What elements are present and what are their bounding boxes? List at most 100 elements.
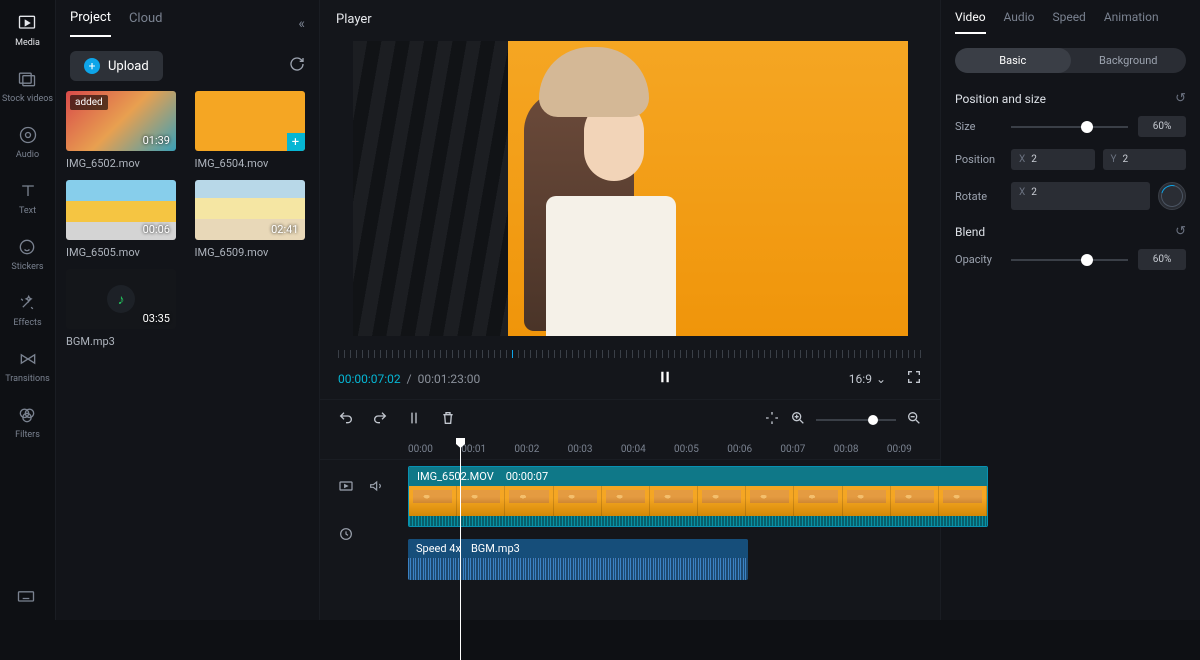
nav-media[interactable]: Media	[15, 8, 40, 52]
time-tick: 00:03	[568, 444, 621, 455]
nav-label: Media	[15, 38, 40, 48]
video-clip[interactable]: IMG_6502.MOV 00:00:07	[408, 466, 988, 527]
slider-thumb[interactable]	[1081, 121, 1093, 133]
clip-name: IMG_6502.MOV	[417, 470, 494, 483]
fullscreen-icon[interactable]	[906, 369, 922, 388]
keyboard-shortcuts-icon[interactable]	[16, 586, 36, 610]
nav-label: Stock videos	[2, 94, 53, 104]
add-media-icon[interactable]: +	[287, 133, 305, 151]
nav-label: Stickers	[11, 262, 43, 272]
position-x-input[interactable]: X2	[1011, 149, 1095, 170]
player-ruler[interactable]	[338, 350, 922, 358]
clip-waveform	[409, 516, 987, 526]
text-icon	[17, 180, 39, 202]
time-tick: 00:07	[780, 444, 833, 455]
tab-audio[interactable]: Audio	[1004, 10, 1035, 34]
media-thumbnail[interactable]: +	[195, 91, 305, 151]
tab-video[interactable]: Video	[955, 10, 986, 34]
audio-header: Speed 4x BGM.mp3	[408, 539, 748, 558]
video-track-icon[interactable]	[338, 478, 354, 498]
undo-icon[interactable]	[338, 410, 354, 430]
media-thumbnail[interactable]: 00:06	[66, 180, 176, 240]
position-y-input[interactable]: Y2	[1103, 149, 1187, 170]
filters-icon	[16, 404, 38, 426]
zoom-thumb[interactable]	[868, 415, 878, 425]
time-tick: 00:02	[514, 444, 567, 455]
media-duration: 01:39	[143, 134, 170, 147]
time-tick: 00:06	[727, 444, 780, 455]
upload-button[interactable]: + Upload	[70, 51, 163, 81]
media-name: BGM.mp3	[66, 335, 181, 348]
nav-stock-videos[interactable]: Stock videos	[2, 64, 53, 108]
media-thumbnail[interactable]: 02:41	[195, 180, 305, 240]
refresh-icon[interactable]	[289, 56, 305, 76]
nav-effects[interactable]: Effects	[13, 288, 41, 332]
media-grid: added 01:39 IMG_6502.mov + IMG_6504.mov …	[56, 91, 319, 348]
sidebar-nav: Media Stock videos Audio Text Stickers E…	[0, 0, 56, 620]
media-thumbnail[interactable]: ♪ 03:35	[66, 269, 176, 329]
nav-text[interactable]: Text	[17, 176, 39, 220]
player-canvas[interactable]	[353, 41, 908, 336]
nav-filters[interactable]: Filters	[15, 400, 40, 444]
audio-waveform	[408, 558, 748, 580]
opacity-value[interactable]: 60%	[1138, 249, 1186, 270]
rotate-x-input[interactable]: X2	[1011, 182, 1150, 210]
canvas-main	[508, 41, 908, 336]
media-name: IMG_6504.mov	[195, 157, 310, 170]
section-blend: Blend ↺	[955, 224, 1186, 239]
delete-icon[interactable]	[440, 410, 456, 430]
speed-track-icon[interactable]	[338, 526, 354, 546]
media-name: IMG_6502.mov	[66, 157, 181, 170]
time-tick: 00:01	[461, 444, 514, 455]
rotate-dial-icon[interactable]	[1158, 182, 1186, 210]
tab-animation[interactable]: Animation	[1104, 10, 1159, 34]
time-ruler[interactable]: 00:00 00:01 00:02 00:03 00:04 00:05 00:0…	[320, 440, 940, 460]
nav-stickers[interactable]: Stickers	[11, 232, 43, 276]
position-label: Position	[955, 153, 1001, 166]
aspect-ratio-selector[interactable]: 16:9⌄	[849, 372, 886, 386]
opacity-slider[interactable]	[1011, 259, 1128, 261]
media-thumbnail[interactable]: added 01:39	[66, 91, 176, 151]
redo-icon[interactable]	[372, 410, 388, 430]
audio-name: BGM.mp3	[471, 542, 520, 555]
nav-audio[interactable]: Audio	[16, 120, 39, 164]
reset-icon[interactable]: ↺	[1175, 91, 1186, 106]
nav-label: Transitions	[5, 374, 50, 384]
clip-time: 00:00:07	[506, 470, 548, 483]
slider-thumb[interactable]	[1081, 254, 1093, 266]
media-duration: 02:41	[271, 223, 298, 236]
timeline-section: 00:00 00:01 00:02 00:03 00:04 00:05 00:0…	[320, 399, 940, 620]
collapse-icon[interactable]: «	[298, 16, 305, 32]
project-tabs: Project Cloud «	[56, 0, 319, 37]
zoom-slider[interactable]	[816, 419, 896, 421]
mute-track-icon[interactable]	[368, 478, 384, 498]
size-value[interactable]: 60%	[1138, 116, 1186, 137]
zoom-controls	[764, 410, 922, 430]
seg-basic[interactable]: Basic	[955, 48, 1071, 73]
seg-background[interactable]: Background	[1071, 48, 1187, 73]
audio-clip[interactable]: Speed 4x BGM.mp3	[408, 539, 748, 580]
media-item: 02:41 IMG_6509.mov	[195, 180, 310, 259]
nav-label: Effects	[13, 318, 41, 328]
player-area	[320, 35, 940, 340]
current-time: 00:00:07:02	[338, 372, 401, 386]
media-item: + IMG_6504.mov	[195, 91, 310, 170]
nav-transitions[interactable]: Transitions	[5, 344, 50, 388]
effects-icon	[16, 292, 38, 314]
tab-speed[interactable]: Speed	[1052, 10, 1085, 34]
pause-button[interactable]	[656, 368, 674, 389]
fit-timeline-icon[interactable]	[764, 410, 780, 430]
video-content	[468, 41, 748, 336]
playhead[interactable]	[460, 438, 461, 660]
tab-project[interactable]: Project	[70, 10, 111, 37]
tab-cloud[interactable]: Cloud	[129, 11, 163, 36]
zoom-out-icon[interactable]	[906, 410, 922, 430]
reset-icon[interactable]: ↺	[1175, 224, 1186, 239]
size-slider[interactable]	[1011, 126, 1128, 128]
prop-opacity: Opacity 60%	[955, 249, 1186, 270]
zoom-in-icon[interactable]	[790, 410, 806, 430]
split-icon[interactable]	[406, 410, 422, 430]
prop-size: Size 60%	[955, 116, 1186, 137]
media-item: added 01:39 IMG_6502.mov	[66, 91, 181, 170]
properties-panel: Video Audio Speed Animation Basic Backgr…	[940, 0, 1200, 620]
